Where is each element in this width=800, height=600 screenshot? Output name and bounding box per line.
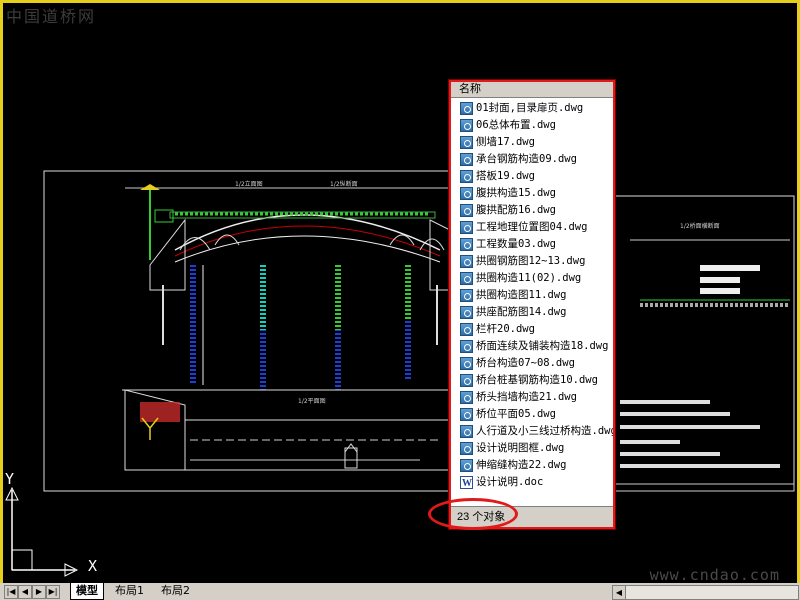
tab-model[interactable]: 模型 [70,583,104,600]
dwg-file-icon [460,238,473,251]
dwg-file-icon [460,391,473,404]
file-name: 桥面连续及铺装构造18.dwg [476,340,609,352]
file-item[interactable]: 工程数量03.dwg [460,236,613,253]
dwg-file-icon [460,374,473,387]
dwg-file-icon [460,340,473,353]
file-name: 腹拱配筋16.dwg [476,204,556,216]
dwg-file-icon [460,153,473,166]
file-item[interactable]: 腹拱构造15.dwg [460,185,613,202]
dwg-file-icon [460,357,473,370]
file-list: 01封面,目录扉页.dwg 06总体布置.dwg 侧墙17.dwg 承台钢筋构造09.… [451,98,613,491]
tab-layout1[interactable]: 布局1 [110,583,149,599]
tab-layout2[interactable]: 布局2 [156,583,195,599]
last-tab-button[interactable]: ▶| [46,585,60,599]
file-name: 桥头挡墙构造21.dwg [476,391,577,403]
file-explorer-panel[interactable]: 名称 01封面,目录扉页.dwg 06总体布置.dwg 侧墙17.dwg 承台钢筋构造… [449,80,615,529]
dwg-file-icon [460,306,473,319]
horizontal-scrollbar[interactable]: ◀ [612,585,799,600]
file-name: 桥位平面05.dwg [476,408,556,420]
file-item[interactable]: 拱圈构造11(02).dwg [460,270,613,287]
dwg-file-icon [460,119,473,132]
file-item[interactable]: 桥位平面05.dwg [460,406,613,423]
file-name: 拱圈钢筋图12~13.dwg [476,255,586,267]
file-name: 桥台构造07~08.dwg [476,357,575,369]
file-item[interactable]: 侧墙17.dwg [460,134,613,151]
status-highlight-circle [428,498,518,530]
file-name: 栏杆20.dwg [476,323,535,335]
dwg-file-icon [460,255,473,268]
dwg-file-icon [460,221,473,234]
ucs-axis-icon [5,486,79,577]
file-item[interactable]: 桥面连续及铺装构造18.dwg [460,338,613,355]
dwg-file-icon [460,187,473,200]
file-item[interactable]: 拱圈钢筋图12~13.dwg [460,253,613,270]
file-name: 伸缩缝构造22.dwg [476,459,567,471]
dwg-file-icon [460,204,473,217]
file-item[interactable]: 桥台构造07~08.dwg [460,355,613,372]
file-item[interactable]: 01封面,目录扉页.dwg [460,100,613,117]
dwg-file-icon [460,102,473,115]
dwg-file-icon [460,272,473,285]
file-name: 侧墙17.dwg [476,136,535,148]
prev-tab-button[interactable]: ◀ [18,585,32,599]
file-item[interactable]: 拱圈构造图11.dwg [460,287,613,304]
file-name: 人行道及小三线过桥构造.dwg [476,425,613,437]
svg-text:1/2桥面横断面: 1/2桥面横断面 [680,222,720,230]
file-item[interactable]: 人行道及小三线过桥构造.dwg [460,423,613,440]
dwg-file-icon [460,442,473,455]
dwg-file-icon [460,289,473,302]
file-item[interactable]: 搭板19.dwg [460,168,613,185]
first-tab-button[interactable]: |◀ [4,585,18,599]
file-name: 01封面,目录扉页.dwg [476,102,584,114]
file-item[interactable]: 腹拱配筋16.dwg [460,202,613,219]
word-document-icon [460,475,473,491]
file-item[interactable]: 桥头挡墙构造21.dwg [460,389,613,406]
dwg-file-icon [460,170,473,183]
file-item[interactable]: 06总体布置.dwg [460,117,613,134]
dwg-file-icon [460,408,473,421]
file-item[interactable]: 桥台桩基钢筋构造10.dwg [460,372,613,389]
file-item[interactable]: 承台钢筋构造09.dwg [460,151,613,168]
file-name: 设计说明.doc [476,476,544,488]
dwg-file-icon [460,425,473,438]
svg-text:1/2纵断面: 1/2纵断面 [330,180,358,188]
file-name: 桥台桩基钢筋构造10.dwg [476,374,598,386]
dwg-file-icon [460,323,473,336]
file-item[interactable]: 拱座配筋图14.dwg [460,304,613,321]
watermark-bottom: www.cndao.com [649,566,780,584]
dwg-file-icon [460,136,473,149]
layout-tab-bar: |◀ ◀ ▶ ▶| 模型 布局1 布局2 ◀ [0,583,800,600]
file-name: 搭板19.dwg [476,170,535,182]
ucs-x-label: X [88,557,98,575]
file-name: 拱圈构造11(02).dwg [476,272,582,284]
file-name: 工程地理位置图04.dwg [476,221,588,233]
file-item[interactable]: 工程地理位置图04.dwg [460,219,613,236]
cad-drawing-canvas[interactable]: 1/2立面图 1/2纵断面 1/2平面图 1/2桥面横断面 [0,0,800,600]
file-name: 工程数量03.dwg [476,238,556,250]
file-item[interactable]: 设计说明.doc [460,474,613,491]
file-item[interactable]: 伸缩缝构造22.dwg [460,457,613,474]
file-name: 设计说明图框.dwg [476,442,565,454]
file-name: 拱座配筋图14.dwg [476,306,567,318]
svg-text:1/2立面图: 1/2立面图 [235,180,263,188]
svg-text:1/2平面图: 1/2平面图 [298,398,326,405]
next-tab-button[interactable]: ▶ [32,585,46,599]
file-name: 06总体布置.dwg [476,119,556,131]
file-name: 腹拱构造15.dwg [476,187,556,199]
file-name: 承台钢筋构造09.dwg [476,153,577,165]
file-item[interactable]: 设计说明图框.dwg [460,440,613,457]
file-item[interactable]: 栏杆20.dwg [460,321,613,338]
file-name: 拱圈构造图11.dwg [476,289,567,301]
name-column-header[interactable]: 名称 [451,82,613,98]
dwg-file-icon [460,459,473,472]
ucs-y-label: Y [5,470,15,488]
scroll-left-arrow[interactable]: ◀ [613,586,626,599]
